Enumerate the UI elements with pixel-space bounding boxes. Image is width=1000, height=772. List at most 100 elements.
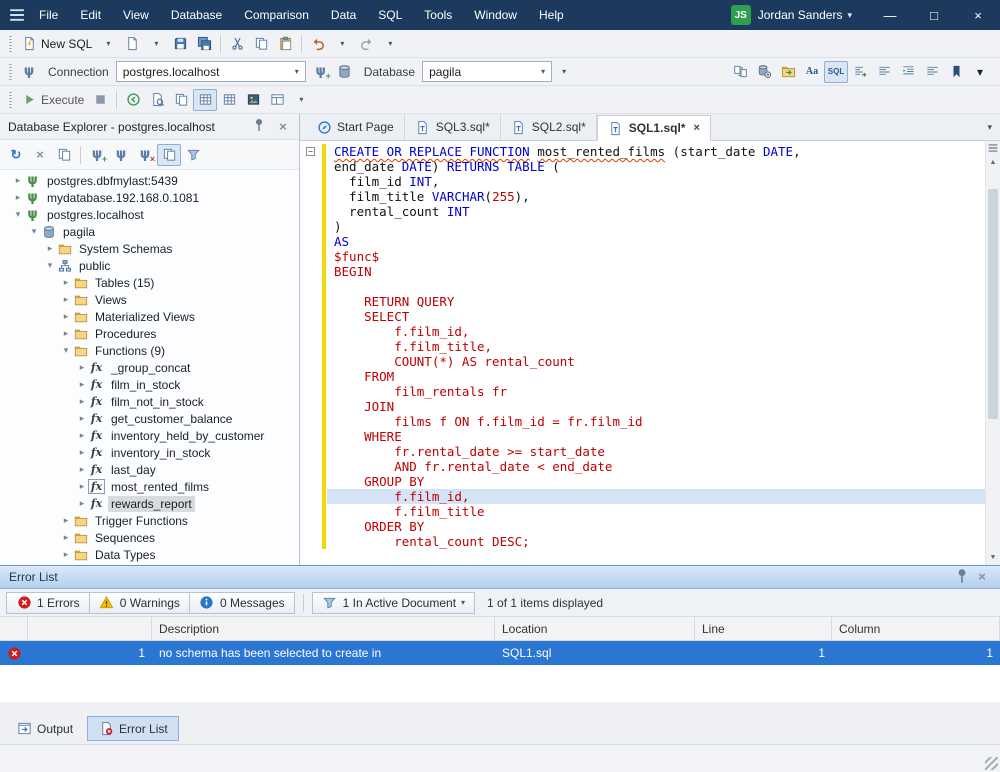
- tree-item-postgres-dbfmylast-5439[interactable]: ▸ψpostgres.dbfmylast:5439: [0, 172, 299, 189]
- code-line[interactable]: AND fr.rental_date < end_date: [327, 459, 985, 474]
- connection-overflow-caret[interactable]: ▾: [552, 61, 576, 83]
- edit-document-icon[interactable]: [169, 89, 193, 111]
- window-layout-icon[interactable]: [265, 89, 289, 111]
- close-panel-icon[interactable]: ×: [275, 120, 291, 134]
- expand-arrow-icon[interactable]: ▸: [76, 396, 88, 407]
- tree-item-system-schemas[interactable]: ▸System Schemas: [0, 240, 299, 257]
- new-data-comparison-icon[interactable]: [752, 61, 776, 83]
- code-line[interactable]: film_title VARCHAR(255),: [327, 189, 985, 204]
- code-line[interactable]: end_date DATE) RETURNS TABLE (: [327, 159, 985, 174]
- expand-arrow-icon[interactable]: ▸: [44, 243, 56, 254]
- results-grid-icon[interactable]: [193, 89, 217, 111]
- chevron-down-icon[interactable]: ▾: [295, 68, 299, 76]
- tree-item-postgres-localhost[interactable]: ▾ψpostgres.localhost: [0, 206, 299, 223]
- code-line[interactable]: [327, 279, 985, 294]
- tree-item-film-not-in-stock[interactable]: ▸fxfilm_not_in_stock: [0, 393, 299, 410]
- tab-start-page[interactable]: Start Page: [306, 114, 405, 140]
- tree-item-sequences[interactable]: ▸Sequences: [0, 529, 299, 546]
- code-area[interactable]: CREATE OR REPLACE FUNCTION most_rented_f…: [327, 144, 985, 565]
- expand-arrow-icon[interactable]: ▸: [76, 481, 88, 492]
- query-history-icon[interactable]: [121, 89, 145, 111]
- toolbar-options-icon[interactable]: ▾: [968, 61, 992, 83]
- database-select[interactable]: pagila ▾: [422, 61, 552, 82]
- tree-item-inventory-in-stock[interactable]: ▸fxinventory_in_stock: [0, 444, 299, 461]
- tree-item-views[interactable]: ▸Views: [0, 291, 299, 308]
- expand-arrow-icon[interactable]: ▸: [76, 447, 88, 458]
- expand-arrow-icon[interactable]: ▸: [60, 328, 72, 339]
- toolbar-grip[interactable]: [9, 92, 12, 108]
- active-document-filter-button[interactable]: 1 In Active Document ▾: [312, 592, 475, 614]
- column-header-icon0[interactable]: [0, 617, 28, 640]
- warnings-filter-button[interactable]: 0 Warnings: [89, 592, 190, 614]
- expand-arrow-icon[interactable]: ▸: [76, 362, 88, 373]
- expand-arrow-icon[interactable]: ▸: [60, 277, 72, 288]
- tree-item-last-day[interactable]: ▸fxlast_day: [0, 461, 299, 478]
- expand-arrow-icon[interactable]: ▸: [60, 515, 72, 526]
- tree-item-data-types[interactable]: ▸Data Types: [0, 546, 299, 563]
- tree-item-mydatabase-192-168-0-1081[interactable]: ▸ψmydatabase.192.168.0.1081: [0, 189, 299, 206]
- copy-icon[interactable]: [249, 33, 273, 55]
- expand-arrow-icon[interactable]: ▸: [60, 549, 72, 560]
- tree-item-functions-9-[interactable]: ▾Functions (9): [0, 342, 299, 359]
- dropdown-caret-icon[interactable]: ▾: [289, 89, 313, 111]
- paste-icon[interactable]: [273, 33, 297, 55]
- import-data-icon[interactable]: [776, 61, 800, 83]
- pin-icon[interactable]: [251, 117, 267, 136]
- bottom-tab-output[interactable]: Output: [5, 716, 84, 741]
- expand-arrow-icon[interactable]: ▸: [60, 294, 72, 305]
- toolbar-grip[interactable]: [9, 36, 12, 52]
- menu-database[interactable]: Database: [160, 4, 233, 26]
- minimize-button[interactable]: —: [868, 0, 912, 30]
- code-line[interactable]: film_rentals fr: [327, 384, 985, 399]
- menu-sql[interactable]: SQL: [367, 4, 413, 26]
- stop-refresh-icon[interactable]: ×: [28, 144, 52, 166]
- error-row[interactable]: 1no schema has been selected to create i…: [0, 641, 1000, 665]
- query-diagram-icon[interactable]: [241, 89, 265, 111]
- expand-arrow-icon[interactable]: ▸: [76, 498, 88, 509]
- column-header-line[interactable]: Line: [695, 617, 832, 640]
- bookmark-icon[interactable]: [944, 61, 968, 83]
- errors-filter-button[interactable]: 1 Errors: [6, 592, 90, 614]
- messages-filter-button[interactable]: 0 Messages: [189, 592, 295, 614]
- column-header-column[interactable]: Column: [832, 617, 1000, 640]
- close-tab-icon[interactable]: ×: [693, 122, 699, 134]
- menu-data[interactable]: Data: [320, 4, 367, 26]
- tab-sql3-sql-[interactable]: SQL3.sql*: [405, 114, 501, 140]
- code-line[interactable]: FROM: [327, 369, 985, 384]
- code-line[interactable]: CREATE OR REPLACE FUNCTION most_rented_f…: [327, 144, 985, 159]
- code-line[interactable]: RETURN QUERY: [327, 294, 985, 309]
- expand-arrow-icon[interactable]: ▸: [76, 413, 88, 424]
- undo-icon[interactable]: [306, 33, 330, 55]
- copy-icon[interactable]: [52, 144, 76, 166]
- menu-tools[interactable]: Tools: [413, 4, 463, 26]
- close-button[interactable]: ×: [956, 0, 1000, 30]
- column-header-location[interactable]: Location: [495, 617, 695, 640]
- tree-item-trigger-functions[interactable]: ▸Trigger Functions: [0, 512, 299, 529]
- expand-arrow-icon[interactable]: ▸: [60, 532, 72, 543]
- save-icon[interactable]: [168, 33, 192, 55]
- scrollbar-thumb[interactable]: [988, 189, 998, 419]
- new-connection-icon[interactable]: ψ+: [309, 61, 333, 83]
- tree-item-rewards-report[interactable]: ▸fxrewards_report: [0, 495, 299, 512]
- code-line[interactable]: ORDER BY: [327, 519, 985, 534]
- code-line[interactable]: $func$: [327, 249, 985, 264]
- code-line[interactable]: GROUP BY: [327, 474, 985, 489]
- toolbar-grip[interactable]: [9, 64, 12, 80]
- user-menu-caret-icon[interactable]: ▾: [847, 10, 852, 21]
- tree-item-get-customer-balance[interactable]: ▸fxget_customer_balance: [0, 410, 299, 427]
- tree-item-film-in-stock[interactable]: ▸fxfilm_in_stock: [0, 376, 299, 393]
- dropdown-caret-icon[interactable]: ▾: [330, 33, 354, 55]
- stop-icon[interactable]: [88, 89, 112, 111]
- close-panel-icon[interactable]: ×: [973, 570, 991, 584]
- show-system-objects-icon[interactable]: [157, 144, 181, 166]
- bottom-tab-error-list[interactable]: Error List: [87, 716, 179, 741]
- filter-icon[interactable]: [181, 144, 205, 166]
- chevron-down-icon[interactable]: ▾: [541, 68, 545, 76]
- menu-help[interactable]: Help: [528, 4, 575, 26]
- collapse-arrow-icon[interactable]: ▾: [44, 260, 56, 271]
- menu-view[interactable]: View: [112, 4, 160, 26]
- user-name[interactable]: Jordan Sanders: [758, 8, 843, 22]
- new-sql-caret[interactable]: ▾: [96, 33, 120, 55]
- scrollbar-menu-icon[interactable]: [986, 141, 1000, 155]
- refresh-icon[interactable]: ↻: [4, 144, 28, 166]
